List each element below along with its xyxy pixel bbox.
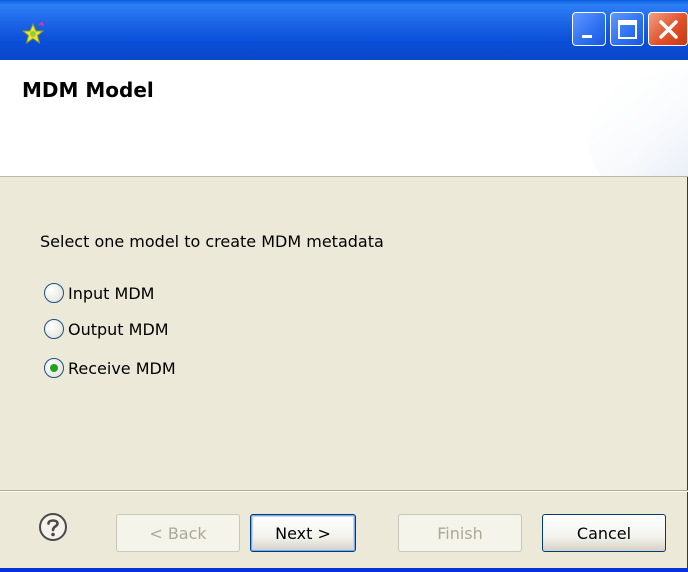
title-bar[interactable] xyxy=(0,0,688,60)
radio-output-mdm[interactable]: Output MDM xyxy=(44,318,169,340)
back-button[interactable]: < Back xyxy=(116,514,240,552)
radio-button-selected[interactable] xyxy=(44,358,64,378)
next-button[interactable]: Next > xyxy=(250,514,356,552)
maximize-button[interactable] xyxy=(610,12,644,46)
help-icon[interactable] xyxy=(38,512,68,542)
footer-divider xyxy=(0,490,688,492)
maximize-icon xyxy=(618,20,637,39)
minimize-icon xyxy=(582,35,592,38)
radio-receive-mdm[interactable]: Receive MDM xyxy=(44,357,176,379)
close-button[interactable] xyxy=(648,12,688,46)
radio-input-mdm[interactable]: Input MDM xyxy=(44,282,154,304)
close-icon xyxy=(659,20,678,39)
window-border xyxy=(0,568,688,572)
minimize-button[interactable] xyxy=(572,12,606,46)
radio-label: Output MDM xyxy=(68,319,169,339)
banner-decoration xyxy=(588,70,688,176)
wizard-star-icon xyxy=(21,21,46,46)
radio-label: Receive MDM xyxy=(68,358,176,378)
radio-button[interactable] xyxy=(44,319,64,339)
cancel-button[interactable]: Cancel xyxy=(542,514,666,552)
wizard-dialog: MDM Model Select one model to create MDM… xyxy=(0,0,688,572)
page-title: MDM Model xyxy=(22,78,154,102)
radio-button[interactable] xyxy=(44,283,64,303)
radio-label: Input MDM xyxy=(68,283,155,303)
finish-button[interactable]: Finish xyxy=(398,514,522,552)
wizard-header: MDM Model xyxy=(0,60,688,177)
instruction-text: Select one model to create MDM metadata xyxy=(40,232,384,251)
